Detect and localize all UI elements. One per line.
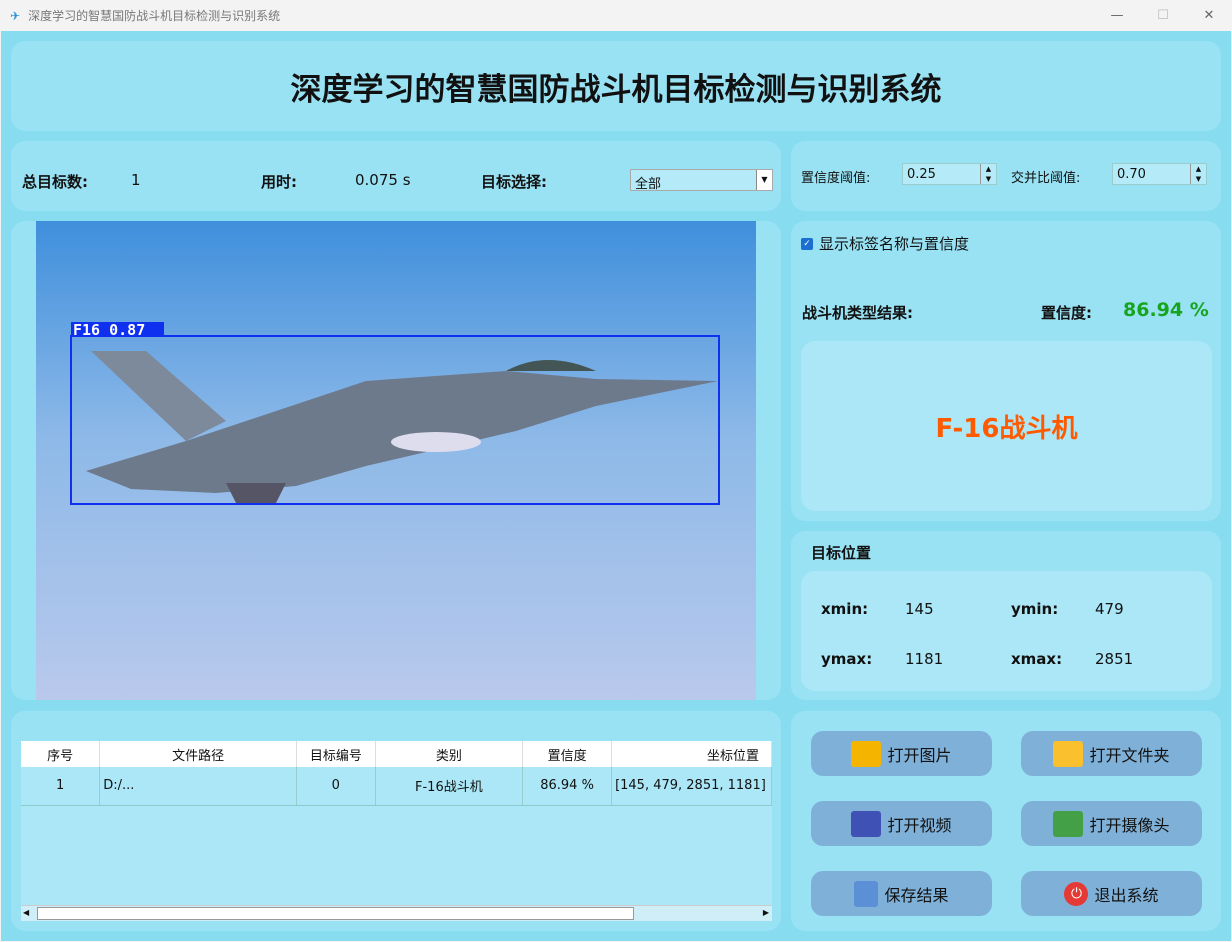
col-confidence[interactable]: 置信度 (522, 741, 613, 767)
conf-label: 置信度: (1041, 304, 1092, 322)
cell-path: D:/... (99, 767, 297, 806)
open-image-button[interactable]: 打开图片 (811, 731, 992, 776)
cell-confidence: 86.94 % (522, 767, 613, 806)
open-camera-button[interactable]: 打开摄像头 (1021, 801, 1202, 846)
chevron-down-icon[interactable]: ▼ (756, 170, 772, 190)
cell-index: 1 (21, 767, 101, 806)
cell-target-id: 0 (296, 767, 376, 806)
col-target-id[interactable]: 目标编号 (296, 741, 376, 767)
target-select[interactable]: 全部 ▼ (630, 169, 773, 192)
power-icon: ⏻ (1064, 881, 1089, 906)
ymin-label: ymin: (1011, 600, 1059, 618)
total-value: 1 (131, 171, 141, 189)
open-image-label: 打开图片 (887, 745, 952, 765)
checkbox-checked-icon[interactable]: ✓ (801, 237, 813, 250)
exit-button[interactable]: ⏻ 退出系统 (1021, 871, 1202, 916)
col-path[interactable]: 文件路径 (99, 741, 297, 767)
col-class[interactable]: 类别 (375, 741, 524, 767)
open-folder-button[interactable]: 打开文件夹 (1021, 731, 1202, 776)
image-panel: F16 0.87 (11, 221, 781, 700)
scrollbar-thumb[interactable] (37, 907, 634, 920)
main-area: 深度学习的智慧国防战斗机目标检测与识别系统 总目标数: 1 用时: 0.075 … (1, 31, 1231, 941)
save-button[interactable]: 保存结果 (811, 871, 992, 916)
title-bar: ✈ 深度学习的智慧国防战斗机目标检测与识别系统 — ☐ ✕ (0, 0, 1232, 31)
ymax-value: 1181 (905, 650, 944, 668)
open-video-label: 打开视频 (887, 815, 952, 835)
col-index[interactable]: 序号 (21, 741, 101, 767)
xmax-label: xmax: (1011, 650, 1063, 668)
position-panel: 目标位置 xmin: 145 ymin: 479 ymax: 1181 xmax… (791, 531, 1221, 700)
window-title: 深度学习的智慧国防战斗机目标检测与识别系统 (28, 9, 281, 23)
iou-threshold-spinbox[interactable]: 0.70 ▲ ▼ (1112, 163, 1207, 185)
time-label: 用时: (261, 173, 297, 191)
type-result-label: 战斗机类型结果: (802, 304, 913, 322)
camera-icon (1053, 810, 1084, 837)
position-title: 目标位置 (811, 544, 872, 562)
detection-label: F16 0.87 (73, 321, 145, 339)
conf-threshold-value: 0.25 (907, 167, 936, 182)
xmax-value: 2851 (1095, 650, 1134, 668)
conf-value: 86.94 % (1123, 299, 1209, 321)
header-panel: 深度学习的智慧国防战斗机目标检测与识别系统 (11, 41, 1221, 131)
exit-label: 退出系统 (1094, 885, 1159, 905)
table-row[interactable]: 1 D:/... 0 F-16战斗机 86.94 % [145, 479, 28… (21, 767, 772, 806)
close-button[interactable]: ✕ (1186, 0, 1232, 31)
open-camera-label: 打开摄像头 (1089, 815, 1170, 835)
open-video-button[interactable]: 打开视频 (811, 801, 992, 846)
save-label: 保存结果 (884, 885, 949, 905)
table-panel: 序号 文件路径 目标编号 类别 置信度 坐标位置 1 D:/... 0 F-16… (11, 711, 781, 931)
xmin-value: 145 (905, 600, 934, 618)
result-panel: ✓ 显示标签名称与置信度 战斗机类型结果: 置信度: 86.94 % F-16战… (791, 221, 1221, 521)
results-table: 序号 文件路径 目标编号 类别 置信度 坐标位置 1 D:/... 0 F-16… (21, 741, 772, 806)
total-label: 总目标数: (22, 173, 88, 191)
iou-threshold-label: 交并比阈值: (1011, 171, 1081, 186)
class-name: F-16战斗机 (935, 413, 1078, 444)
col-coords[interactable]: 坐标位置 (611, 741, 772, 767)
class-display: F-16战斗机 (801, 341, 1212, 511)
image-icon (851, 740, 882, 767)
open-folder-label: 打开文件夹 (1089, 745, 1170, 765)
minimize-button[interactable]: — (1094, 0, 1140, 31)
ymax-label: ymax: (821, 650, 873, 668)
show-label-checkbox[interactable]: ✓ 显示标签名称与置信度 (801, 233, 969, 254)
results-table-container: 序号 文件路径 目标编号 类别 置信度 坐标位置 1 D:/... 0 F-16… (21, 741, 772, 921)
video-icon (851, 810, 882, 837)
app-icon: ✈ (10, 8, 21, 23)
scroll-left-icon[interactable]: ◀ (23, 908, 29, 917)
cell-class: F-16战斗机 (375, 767, 524, 806)
target-select-value: 全部 (635, 177, 662, 192)
horizontal-scrollbar[interactable]: ◀ ▶ (21, 905, 772, 921)
params-panel: 置信度阈值: 0.25 ▲ ▼ 交并比阈值: 0.70 ▲ ▼ (791, 141, 1221, 211)
stats-panel: 总目标数: 1 用时: 0.075 s 目标选择: 全部 ▼ (11, 141, 781, 211)
time-value: 0.075 s (355, 171, 411, 189)
iou-threshold-value: 0.70 (1117, 167, 1146, 182)
save-icon (854, 880, 879, 907)
spin-arrows-icon[interactable]: ▲ ▼ (980, 164, 996, 184)
select-label: 目标选择: (481, 173, 547, 191)
buttons-panel: 打开图片 打开文件夹 打开视频 打开摄像头 保存结果 ⏻ 退出系统 (791, 711, 1221, 931)
scroll-right-icon[interactable]: ▶ (763, 908, 769, 917)
cell-coords: [145, 479, 2851, 1181] (611, 767, 772, 806)
position-box: xmin: 145 ymin: 479 ymax: 1181 xmax: 285… (801, 571, 1212, 691)
maximize-button[interactable]: ☐ (1140, 0, 1186, 31)
ymin-value: 479 (1095, 600, 1124, 618)
detection-image: F16 0.87 (36, 221, 756, 700)
show-label-text: 显示标签名称与置信度 (819, 235, 970, 253)
conf-threshold-spinbox[interactable]: 0.25 ▲ ▼ (902, 163, 997, 185)
folder-icon (1053, 740, 1084, 767)
conf-threshold-label: 置信度阈值: (801, 171, 871, 186)
xmin-label: xmin: (821, 600, 869, 618)
page-title: 深度学习的智慧国防战斗机目标检测与识别系统 (290, 71, 942, 108)
spin-arrows-icon[interactable]: ▲ ▼ (1190, 164, 1206, 184)
